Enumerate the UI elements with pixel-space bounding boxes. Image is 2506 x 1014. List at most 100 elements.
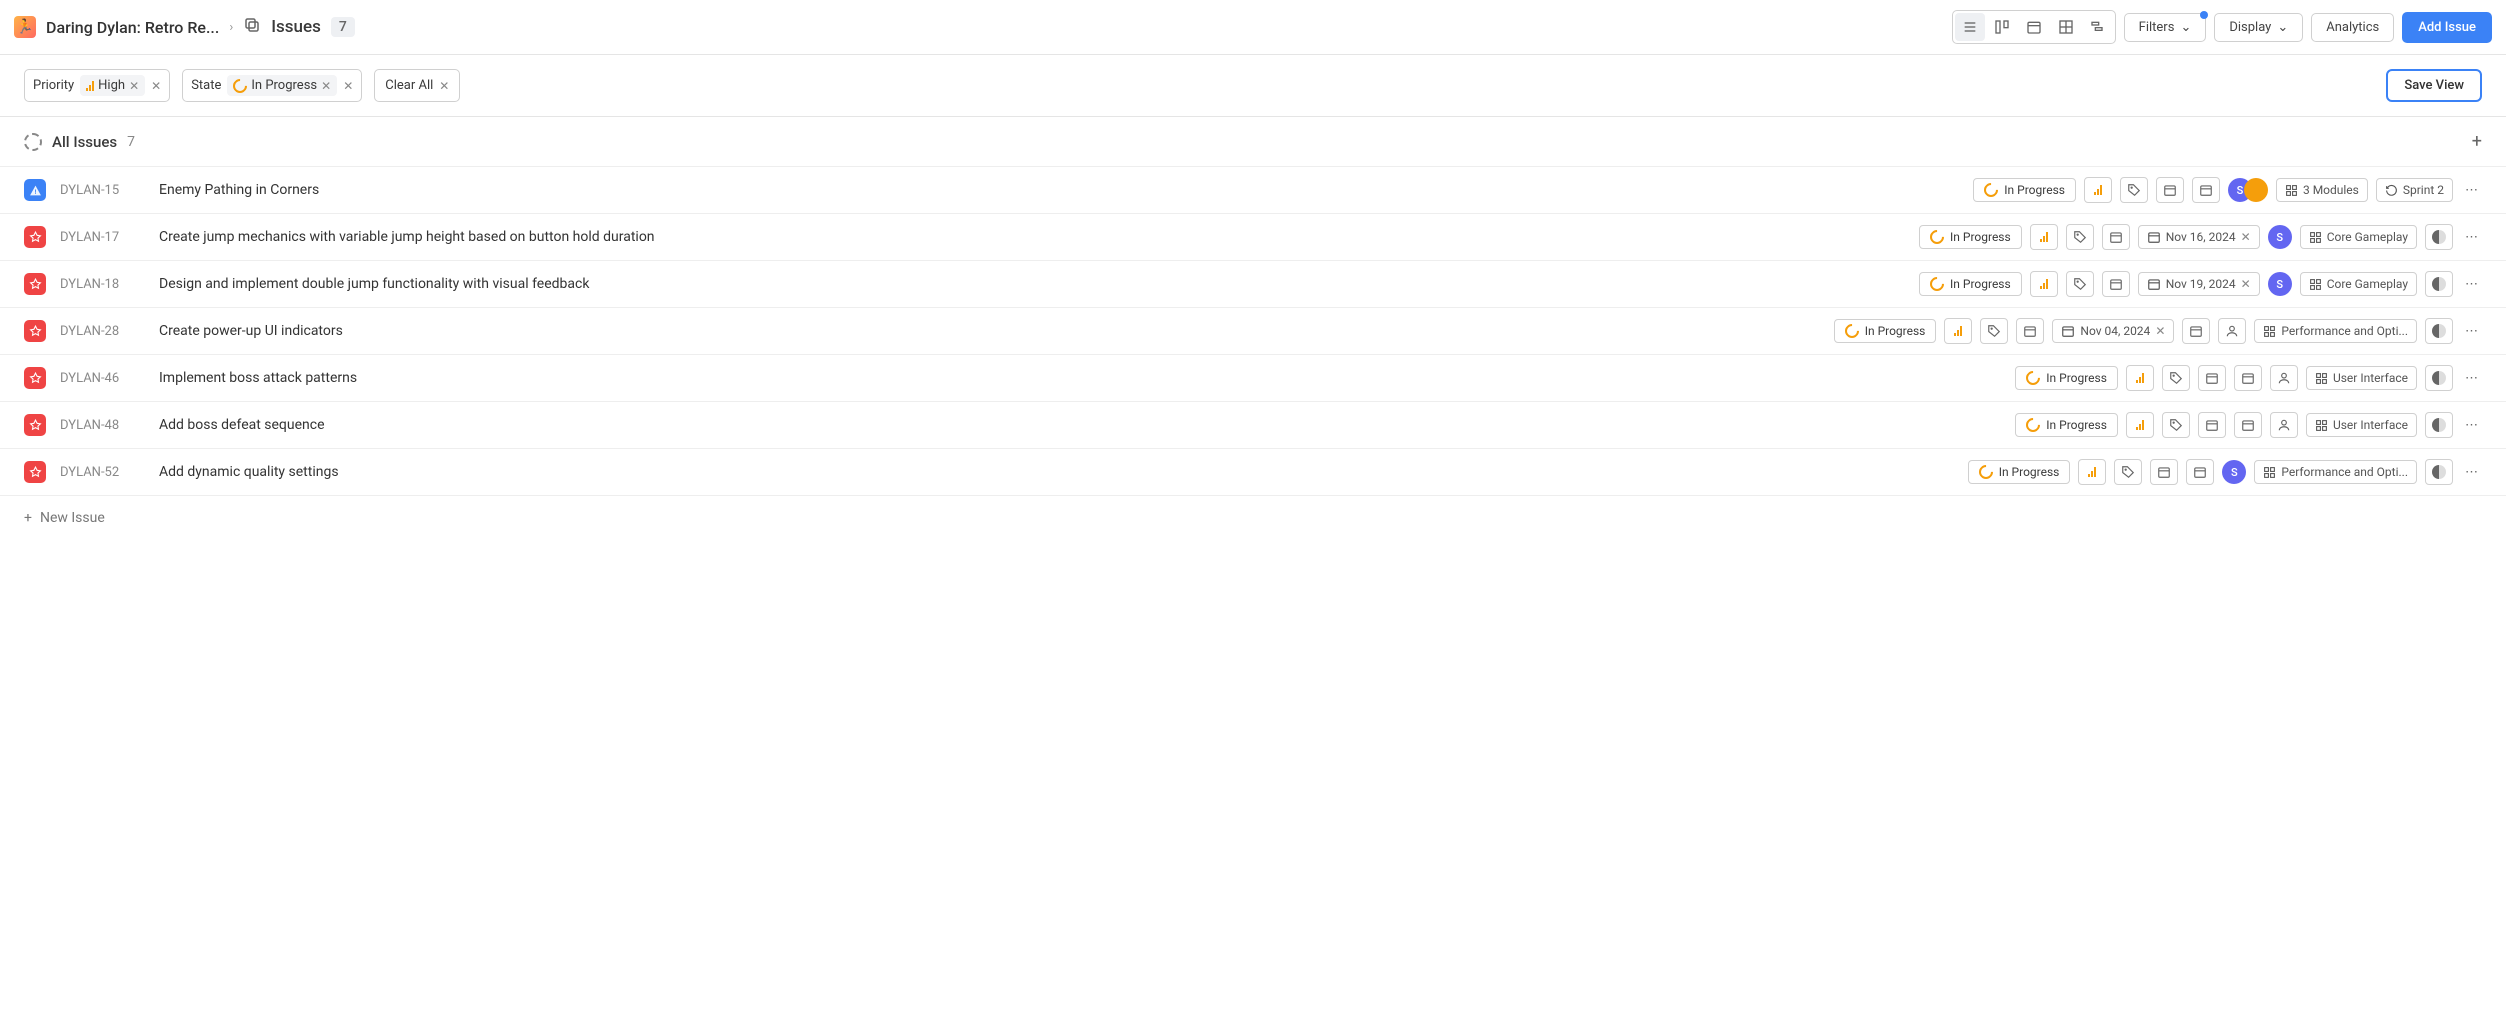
- assignee-button[interactable]: [2270, 412, 2298, 438]
- estimate-button[interactable]: [2425, 224, 2453, 250]
- module-chip[interactable]: Performance and Opti...: [2254, 319, 2417, 343]
- clear-all-button[interactable]: Clear All ✕: [374, 69, 460, 102]
- issue-title[interactable]: Implement boss attack patterns: [159, 370, 2001, 386]
- priority-button[interactable]: [2126, 412, 2154, 438]
- estimate-button[interactable]: [2425, 365, 2453, 391]
- estimate-button[interactable]: [2425, 318, 2453, 344]
- priority-button[interactable]: [2126, 365, 2154, 391]
- label-button[interactable]: [1980, 318, 2008, 344]
- remove-state-icon[interactable]: ✕: [321, 79, 331, 93]
- state-button[interactable]: In Progress: [1919, 272, 2022, 296]
- due-date-chip[interactable]: Nov 19, 2024✕: [2138, 272, 2260, 296]
- date-button[interactable]: [2182, 318, 2210, 344]
- priority-button[interactable]: [2030, 224, 2058, 250]
- state-button[interactable]: In Progress: [2015, 366, 2118, 390]
- list-view-button[interactable]: [1955, 13, 1985, 41]
- label-button[interactable]: [2162, 365, 2190, 391]
- clear-date-icon[interactable]: ✕: [2241, 230, 2251, 244]
- label-button[interactable]: [2066, 271, 2094, 297]
- new-issue-button[interactable]: + New Issue: [0, 496, 2506, 540]
- clear-date-icon[interactable]: ✕: [2241, 277, 2251, 291]
- due-date-chip[interactable]: Nov 04, 2024✕: [2052, 319, 2174, 343]
- issue-title[interactable]: Design and implement double jump functio…: [159, 276, 1905, 292]
- assignee-avatar[interactable]: S: [2268, 272, 2292, 296]
- estimate-button[interactable]: [2425, 412, 2453, 438]
- state-filter[interactable]: State In Progress ✕ ✕: [182, 69, 362, 102]
- assignees[interactable]: S: [2228, 178, 2268, 202]
- module-chip[interactable]: User Interface: [2306, 366, 2417, 390]
- issue-title[interactable]: Create jump mechanics with variable jump…: [159, 229, 1905, 245]
- state-button[interactable]: In Progress: [1834, 319, 1937, 343]
- remove-filter-icon[interactable]: ✕: [343, 79, 353, 93]
- module-chip[interactable]: User Interface: [2306, 413, 2417, 437]
- add-icon[interactable]: +: [2472, 131, 2482, 152]
- state-button[interactable]: In Progress: [1968, 460, 2071, 484]
- priority-button[interactable]: [2084, 177, 2112, 203]
- issue-title[interactable]: Enemy Pathing in Corners: [159, 182, 1959, 198]
- issue-row[interactable]: ! DYLAN-15 Enemy Pathing in Corners In P…: [0, 166, 2506, 213]
- priority-filter[interactable]: Priority High ✕ ✕: [24, 69, 170, 102]
- due-date-button[interactable]: [2234, 412, 2262, 438]
- start-date-button[interactable]: [2198, 365, 2226, 391]
- label-button[interactable]: [2120, 177, 2148, 203]
- assignee-button[interactable]: [2270, 365, 2298, 391]
- priority-button[interactable]: [2078, 459, 2106, 485]
- label-button[interactable]: [2114, 459, 2142, 485]
- issue-row[interactable]: DYLAN-18 Design and implement double jum…: [0, 260, 2506, 307]
- start-date-button[interactable]: [2156, 177, 2184, 203]
- analytics-button[interactable]: Analytics: [2311, 13, 2394, 42]
- more-actions-button[interactable]: ⋯: [2461, 230, 2482, 245]
- assignee-button[interactable]: [2218, 318, 2246, 344]
- issue-row[interactable]: DYLAN-46 Implement boss attack patterns …: [0, 354, 2506, 401]
- more-actions-button[interactable]: ⋯: [2461, 183, 2482, 198]
- start-date-button[interactable]: [2150, 459, 2178, 485]
- estimate-button[interactable]: [2425, 271, 2453, 297]
- remove-priority-icon[interactable]: ✕: [129, 79, 139, 93]
- module-chip[interactable]: Core Gameplay: [2300, 272, 2417, 296]
- start-date-button[interactable]: [2198, 412, 2226, 438]
- estimate-button[interactable]: [2425, 459, 2453, 485]
- cycle-chip[interactable]: Sprint 2: [2376, 178, 2453, 202]
- add-issue-button[interactable]: Add Issue: [2402, 12, 2492, 43]
- due-date-chip[interactable]: Nov 16, 2024✕: [2138, 225, 2260, 249]
- clear-date-icon[interactable]: ✕: [2155, 324, 2165, 338]
- more-actions-button[interactable]: ⋯: [2461, 324, 2482, 339]
- module-chip[interactable]: Performance and Opti...: [2254, 460, 2417, 484]
- state-button[interactable]: In Progress: [1973, 178, 2076, 202]
- more-actions-button[interactable]: ⋯: [2461, 418, 2482, 433]
- more-actions-button[interactable]: ⋯: [2461, 371, 2482, 386]
- issue-row[interactable]: DYLAN-28 Create power-up UI indicators I…: [0, 307, 2506, 354]
- assignee-avatar[interactable]: S: [2222, 460, 2246, 484]
- project-name[interactable]: Daring Dylan: Retro Re...: [46, 18, 219, 37]
- state-button[interactable]: In Progress: [2015, 413, 2118, 437]
- issue-title[interactable]: Add boss defeat sequence: [159, 417, 2001, 433]
- assignee-avatar[interactable]: S: [2268, 225, 2292, 249]
- issue-title[interactable]: Add dynamic quality settings: [159, 464, 1954, 480]
- remove-filter-icon[interactable]: ✕: [151, 79, 161, 93]
- priority-button[interactable]: [2030, 271, 2058, 297]
- module-chip[interactable]: 3 Modules: [2276, 178, 2368, 202]
- start-date-button[interactable]: [2102, 224, 2130, 250]
- display-button[interactable]: Display⌄: [2214, 13, 2303, 42]
- calendar-view-button[interactable]: [2019, 13, 2049, 41]
- label-button[interactable]: [2162, 412, 2190, 438]
- gantt-view-button[interactable]: [2083, 13, 2113, 41]
- due-date-button[interactable]: [2186, 459, 2214, 485]
- start-date-button[interactable]: [2016, 318, 2044, 344]
- issue-row[interactable]: DYLAN-17 Create jump mechanics with vari…: [0, 213, 2506, 260]
- issue-title[interactable]: Create power-up UI indicators: [159, 323, 1820, 339]
- issues-label[interactable]: Issues: [271, 17, 321, 37]
- state-button[interactable]: In Progress: [1919, 225, 2022, 249]
- spreadsheet-view-button[interactable]: [2051, 13, 2081, 41]
- kanban-view-button[interactable]: [1987, 13, 2017, 41]
- issue-row[interactable]: DYLAN-52 Add dynamic quality settings In…: [0, 448, 2506, 496]
- due-date-button[interactable]: [2234, 365, 2262, 391]
- start-date-button[interactable]: [2102, 271, 2130, 297]
- module-chip[interactable]: Core Gameplay: [2300, 225, 2417, 249]
- label-button[interactable]: [2066, 224, 2094, 250]
- more-actions-button[interactable]: ⋯: [2461, 465, 2482, 480]
- more-actions-button[interactable]: ⋯: [2461, 277, 2482, 292]
- save-view-button[interactable]: Save View: [2386, 69, 2482, 102]
- priority-button[interactable]: [1944, 318, 1972, 344]
- issue-row[interactable]: DYLAN-48 Add boss defeat sequence In Pro…: [0, 401, 2506, 448]
